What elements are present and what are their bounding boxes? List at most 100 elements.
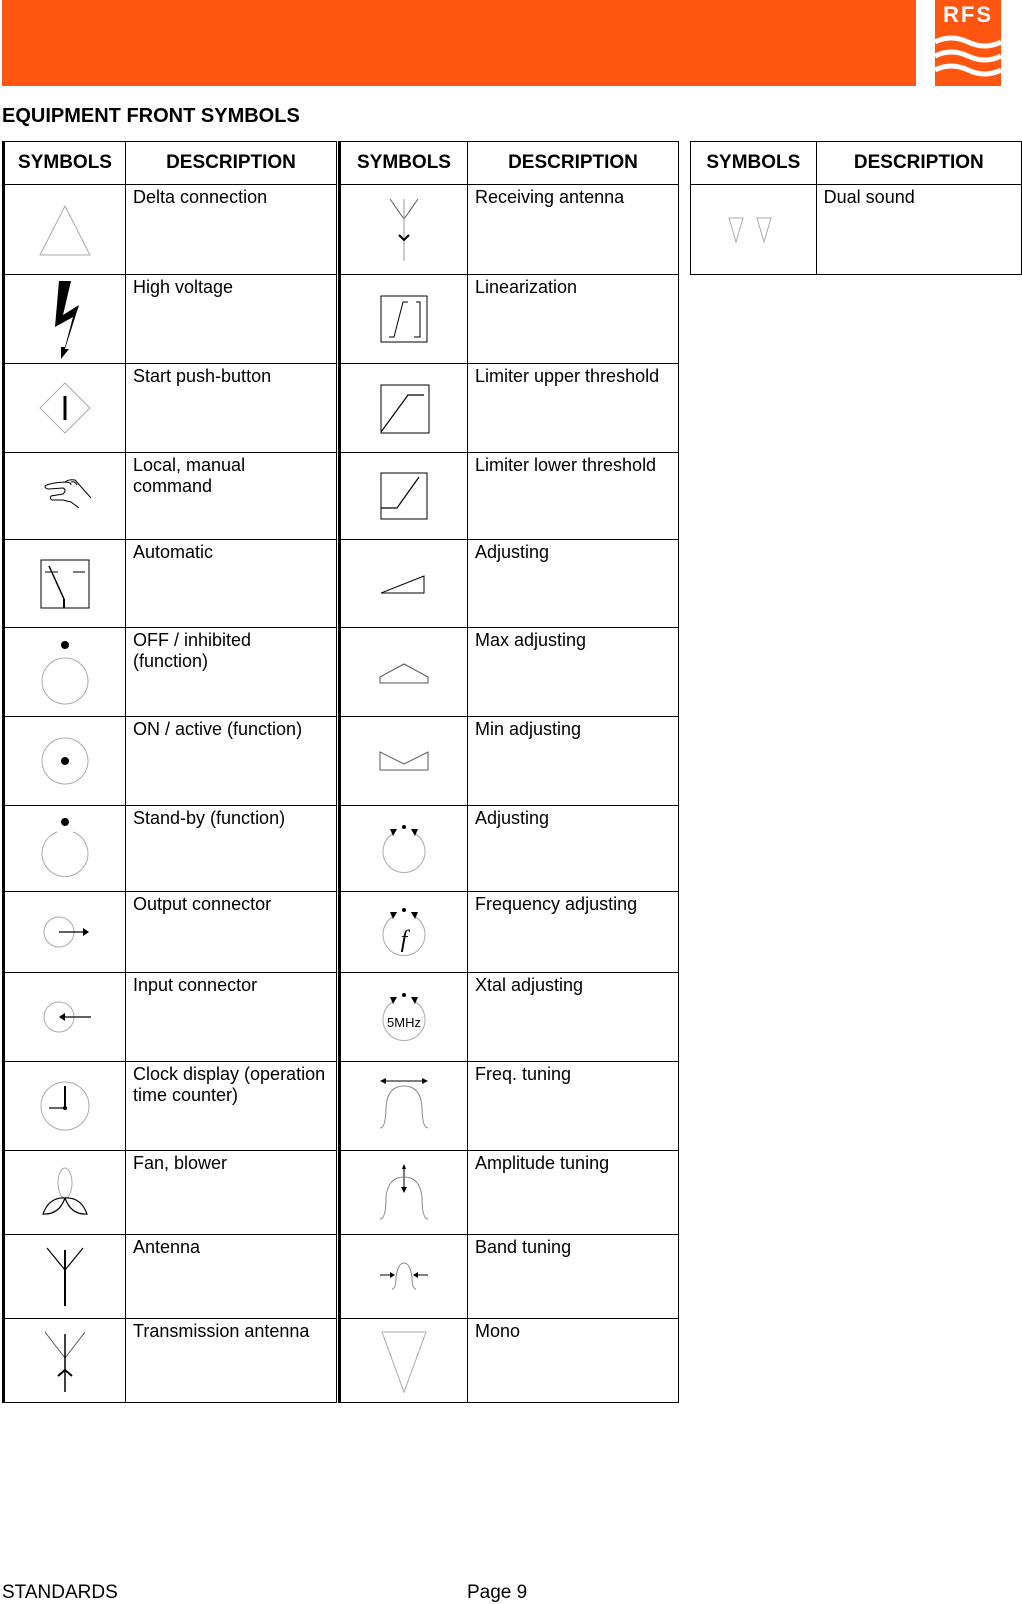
symbols-table-3: SYMBOLS DESCRIPTION Dual sound xyxy=(690,141,1022,275)
xtal-adjusting-icon: 5MHz xyxy=(382,993,426,1041)
hand-icon xyxy=(44,479,92,509)
input-connector-icon xyxy=(43,1001,91,1033)
table-row: Start push-button xyxy=(3,363,337,453)
standby-icon xyxy=(41,817,89,877)
table-row: ON / active (function) xyxy=(3,716,337,806)
row-description: Receiving antenna xyxy=(467,184,679,275)
row-description: Max adjusting xyxy=(467,627,679,717)
row-description: Xtal adjusting xyxy=(467,972,679,1062)
row-description: Clock display (operation time counter) xyxy=(125,1061,337,1151)
row-description: Limiter upper threshold xyxy=(467,363,679,453)
row-description: Automatic xyxy=(125,539,337,628)
amplitude-tuning-icon xyxy=(379,1163,429,1219)
table-row: Freq. tuning xyxy=(339,1061,679,1151)
symbols-header: SYMBOLS xyxy=(690,141,817,185)
table-row: Adjusting xyxy=(339,539,679,628)
table-row: High voltage xyxy=(3,274,337,364)
receiving-antenna-icon xyxy=(389,198,419,261)
freq-tuning-icon xyxy=(379,1078,429,1129)
page-number: Page 9 xyxy=(467,1582,528,1603)
automatic-switch-icon xyxy=(40,559,90,608)
table-row: Linearization xyxy=(339,274,679,364)
logo-text: RFS xyxy=(943,2,993,27)
table-row: Transmission antenna xyxy=(3,1318,337,1403)
table-row: Input connector xyxy=(3,972,337,1062)
clock-icon xyxy=(40,1081,90,1131)
page-title: EQUIPMENT FRONT SYMBOLS xyxy=(2,105,300,127)
adjusting-knob-icon xyxy=(382,824,426,873)
off-inhibited-icon xyxy=(41,641,89,705)
table-row: Amplitude tuning xyxy=(339,1150,679,1235)
row-description: Antenna xyxy=(125,1234,337,1319)
symbols-table-1: SYMBOLS DESCRIPTION Delta connection Hig… xyxy=(2,141,337,1403)
row-description: Amplitude tuning xyxy=(467,1150,679,1235)
table-row: Fan, blower xyxy=(3,1150,337,1235)
description-header: DESCRIPTION xyxy=(467,141,679,185)
symbols-header: SYMBOLS xyxy=(3,141,126,185)
table-row: Dual sound xyxy=(690,184,1022,275)
table-row: Delta connection xyxy=(3,184,337,275)
row-description: Adjusting xyxy=(467,539,679,628)
mono-icon xyxy=(381,1331,427,1393)
table-row: Output connector xyxy=(3,891,337,973)
table-row: Limiter upper threshold xyxy=(339,363,679,453)
row-description: Input connector xyxy=(125,972,337,1062)
start-push-button-icon xyxy=(39,382,91,434)
row-description: Fan, blower xyxy=(125,1150,337,1235)
description-header: DESCRIPTION xyxy=(125,141,337,185)
on-active-icon xyxy=(41,737,89,785)
table-row: f Frequency adjusting xyxy=(339,891,679,973)
table-row: Automatic xyxy=(3,539,337,628)
rfs-logo: RFS xyxy=(935,0,1001,86)
header-orange-bar xyxy=(2,0,916,86)
row-description: Output connector xyxy=(125,891,337,973)
table-row: OFF / inhibited (function) xyxy=(3,627,337,717)
antenna-icon xyxy=(46,1247,84,1306)
row-description: Transmission antenna xyxy=(125,1318,337,1403)
output-connector-icon xyxy=(43,916,89,948)
high-voltage-icon xyxy=(55,281,79,359)
frequency-adjusting-icon: f xyxy=(382,908,426,956)
row-description: Linearization xyxy=(467,274,679,364)
row-description: Start push-button xyxy=(125,363,337,453)
table-row: Min adjusting xyxy=(339,716,679,806)
table-row: Max adjusting xyxy=(339,627,679,717)
table-row: Mono xyxy=(339,1318,679,1403)
row-description: Min adjusting xyxy=(467,716,679,806)
row-description: High voltage xyxy=(125,274,337,364)
row-description: Adjusting xyxy=(467,805,679,892)
adjusting-ramp-icon xyxy=(380,574,425,593)
table-row: Antenna xyxy=(3,1234,337,1319)
limiter-lower-icon xyxy=(380,472,428,520)
table-row: Stand-by (function) xyxy=(3,805,337,892)
limiter-upper-icon xyxy=(380,384,430,434)
row-description: Band tuning xyxy=(467,1234,679,1319)
row-description: ON / active (function) xyxy=(125,716,337,806)
symbols-header: SYMBOLS xyxy=(339,141,468,185)
row-description: Frequency adjusting xyxy=(467,891,679,973)
row-description: Stand-by (function) xyxy=(125,805,337,892)
xtal-glyph: 5MHz xyxy=(387,1015,421,1030)
row-description: Dual sound xyxy=(815,184,1022,275)
max-adjusting-icon xyxy=(379,663,429,684)
row-description: OFF / inhibited (function) xyxy=(125,627,337,717)
table-row: Receiving antenna xyxy=(339,184,679,275)
dual-sound-icon xyxy=(728,217,772,244)
min-adjusting-icon xyxy=(379,751,429,771)
row-description: Freq. tuning xyxy=(467,1061,679,1151)
row-description: Delta connection xyxy=(125,184,337,275)
description-header: DESCRIPTION xyxy=(815,141,1022,185)
table-row: 5MHz Xtal adjusting xyxy=(339,972,679,1062)
fan-icon xyxy=(42,1167,88,1215)
band-tuning-icon xyxy=(380,1261,428,1289)
table-row: Limiter lower threshold xyxy=(339,452,679,540)
table-row: Adjusting xyxy=(339,805,679,892)
table-row: Band tuning xyxy=(339,1234,679,1319)
delta-connection-icon xyxy=(39,204,91,255)
frequency-glyph: f xyxy=(401,927,411,953)
symbols-table-2: SYMBOLS DESCRIPTION Receiving antenna Li… xyxy=(338,141,679,1403)
row-description: Mono xyxy=(467,1318,679,1403)
linearization-icon xyxy=(380,295,428,343)
transmission-antenna-icon xyxy=(44,1331,86,1392)
row-description: Limiter lower threshold xyxy=(467,452,679,540)
